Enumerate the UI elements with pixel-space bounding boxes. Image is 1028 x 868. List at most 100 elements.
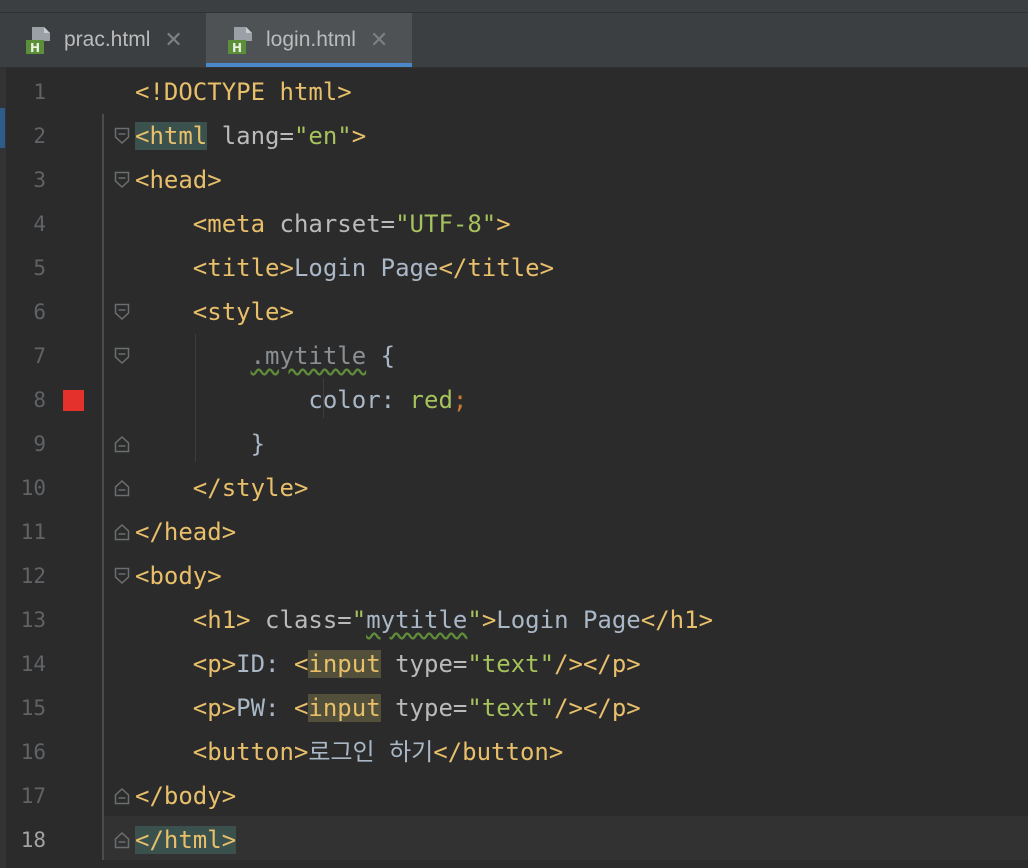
- code-line[interactable]: 3 <head>: [0, 158, 1028, 202]
- code-token: >: [496, 210, 511, 238]
- fold-open-icon[interactable]: [114, 567, 130, 585]
- code-line[interactable]: 14 <p>ID: <input type="text"/></p>: [0, 642, 1028, 686]
- line-number[interactable]: 6: [0, 290, 46, 334]
- code-token: </html>: [135, 826, 237, 854]
- code-text[interactable]: }: [135, 422, 265, 466]
- code-token: "UTF-8": [395, 210, 497, 238]
- code-token: class=: [265, 606, 352, 634]
- svg-text:H: H: [30, 41, 40, 55]
- code-token: <title>: [192, 254, 294, 282]
- code-line[interactable]: 1 <!DOCTYPE html>: [0, 70, 1028, 114]
- code-line[interactable]: 15 <p>PW: <input type="text"/></p>: [0, 686, 1028, 730]
- code-text[interactable]: <style>: [135, 290, 294, 334]
- svg-text:H: H: [232, 41, 242, 55]
- code-token: Login Page: [496, 606, 641, 634]
- code-token: Login Page: [293, 254, 439, 282]
- code-text[interactable]: <button>로그인 하기</button>: [135, 730, 564, 774]
- line-number[interactable]: 4: [0, 202, 46, 246]
- tab-label: prac.html: [64, 28, 151, 51]
- fold-open-icon[interactable]: [114, 171, 130, 189]
- code-text[interactable]: </style>: [135, 466, 309, 510]
- code-token: ;: [452, 386, 468, 414]
- code-text[interactable]: <p>PW: <input type="text"/></p>: [135, 686, 641, 730]
- line-number[interactable]: 14: [0, 642, 46, 686]
- code-token: /></p>: [554, 650, 641, 678]
- code-line[interactable]: 2 <html lang="en">: [0, 114, 1028, 158]
- tab-login-html[interactable]: H login.html ✕: [206, 13, 412, 67]
- fold-close-icon[interactable]: [114, 831, 130, 849]
- fold-close-icon[interactable]: [114, 523, 130, 541]
- code-token: <style>: [192, 298, 294, 326]
- line-number[interactable]: 15: [0, 686, 46, 730]
- code-token: }: [135, 430, 266, 458]
- close-tab-icon[interactable]: ✕: [164, 27, 182, 53]
- code-text[interactable]: </head>: [135, 510, 236, 554]
- tab-bar-top-border: [0, 0, 1028, 13]
- code-line[interactable]: 4 <meta charset="UTF-8">: [0, 202, 1028, 246]
- line-number[interactable]: 2: [0, 114, 46, 158]
- code-token: <: [293, 694, 309, 722]
- code-text[interactable]: <html lang="en">: [135, 114, 366, 158]
- fold-open-icon[interactable]: [114, 347, 130, 365]
- code-token: >: [351, 122, 367, 150]
- line-number[interactable]: 17: [0, 774, 46, 818]
- code-line[interactable]: 7 .mytitle {: [0, 334, 1028, 378]
- code-text[interactable]: </body>: [135, 774, 236, 818]
- line-number[interactable]: 9: [0, 422, 46, 466]
- line-number[interactable]: 5: [0, 246, 46, 290]
- code-text[interactable]: color: red;: [135, 378, 467, 422]
- code-text[interactable]: <!DOCTYPE html>: [135, 70, 352, 114]
- fold-close-icon[interactable]: [114, 435, 130, 453]
- tab-prac-html[interactable]: H prac.html ✕: [0, 13, 205, 67]
- line-number[interactable]: 12: [0, 554, 46, 598]
- code-line[interactable]: 11 </head>: [0, 510, 1028, 554]
- code-text[interactable]: <body>: [135, 554, 222, 598]
- code-token: PW:: [236, 694, 294, 722]
- line-number[interactable]: 1: [0, 70, 46, 114]
- code-text[interactable]: <meta charset="UTF-8">: [135, 202, 511, 246]
- code-token: input: [308, 650, 381, 678]
- line-number[interactable]: 13: [0, 598, 46, 642]
- line-number[interactable]: 11: [0, 510, 46, 554]
- code-token: type=: [395, 650, 468, 678]
- fold-open-icon[interactable]: [114, 303, 130, 321]
- code-line[interactable]: 16 <button>로그인 하기</button>: [0, 730, 1028, 774]
- code-token: :: [380, 386, 410, 414]
- code-line[interactable]: 5 <title>Login Page</title>: [0, 246, 1028, 290]
- fold-open-icon[interactable]: [114, 127, 130, 145]
- code-line[interactable]: 18 </html>: [0, 818, 1028, 862]
- close-tab-icon[interactable]: ✕: [370, 27, 388, 53]
- code-line[interactable]: 17 </body>: [0, 774, 1028, 818]
- fold-close-icon[interactable]: [114, 787, 130, 805]
- code-line[interactable]: 9 }: [0, 422, 1028, 466]
- code-line[interactable]: 13 <h1> class="mytitle">Login Page</h1>: [0, 598, 1028, 642]
- code-token: <p>: [192, 650, 237, 678]
- code-editor[interactable]: 1 <!DOCTYPE html> 2 <html lang="en"> 3 <head>…: [0, 68, 1028, 868]
- line-number[interactable]: 8: [0, 378, 46, 422]
- fold-close-icon[interactable]: [114, 479, 130, 497]
- code-text[interactable]: <head>: [135, 158, 222, 202]
- code-text[interactable]: <h1> class="mytitle">Login Page</h1>: [135, 598, 713, 642]
- code-token: lang=: [221, 122, 294, 150]
- code-token: "text": [467, 650, 555, 678]
- code-text[interactable]: </html>: [135, 818, 237, 862]
- line-number[interactable]: 10: [0, 466, 46, 510]
- html-file-icon: H: [226, 25, 256, 55]
- code-text[interactable]: <p>ID: <input type="text"/></p>: [135, 642, 641, 686]
- code-token: "en": [293, 122, 352, 150]
- code-line[interactable]: 8 color: red;: [0, 378, 1028, 422]
- line-number[interactable]: 16: [0, 730, 46, 774]
- line-number[interactable]: 18: [0, 818, 46, 862]
- tab-label: login.html: [266, 28, 356, 51]
- code-line[interactable]: 6 <style>: [0, 290, 1028, 334]
- line-number[interactable]: 7: [0, 334, 46, 378]
- code-text[interactable]: .mytitle {: [135, 334, 396, 378]
- line-number[interactable]: 3: [0, 158, 46, 202]
- breakpoint-icon[interactable]: [63, 390, 84, 411]
- code-line[interactable]: 12 <body>: [0, 554, 1028, 598]
- code-text[interactable]: <title>Login Page</title>: [135, 246, 554, 290]
- code-line[interactable]: 10 </style>: [0, 466, 1028, 510]
